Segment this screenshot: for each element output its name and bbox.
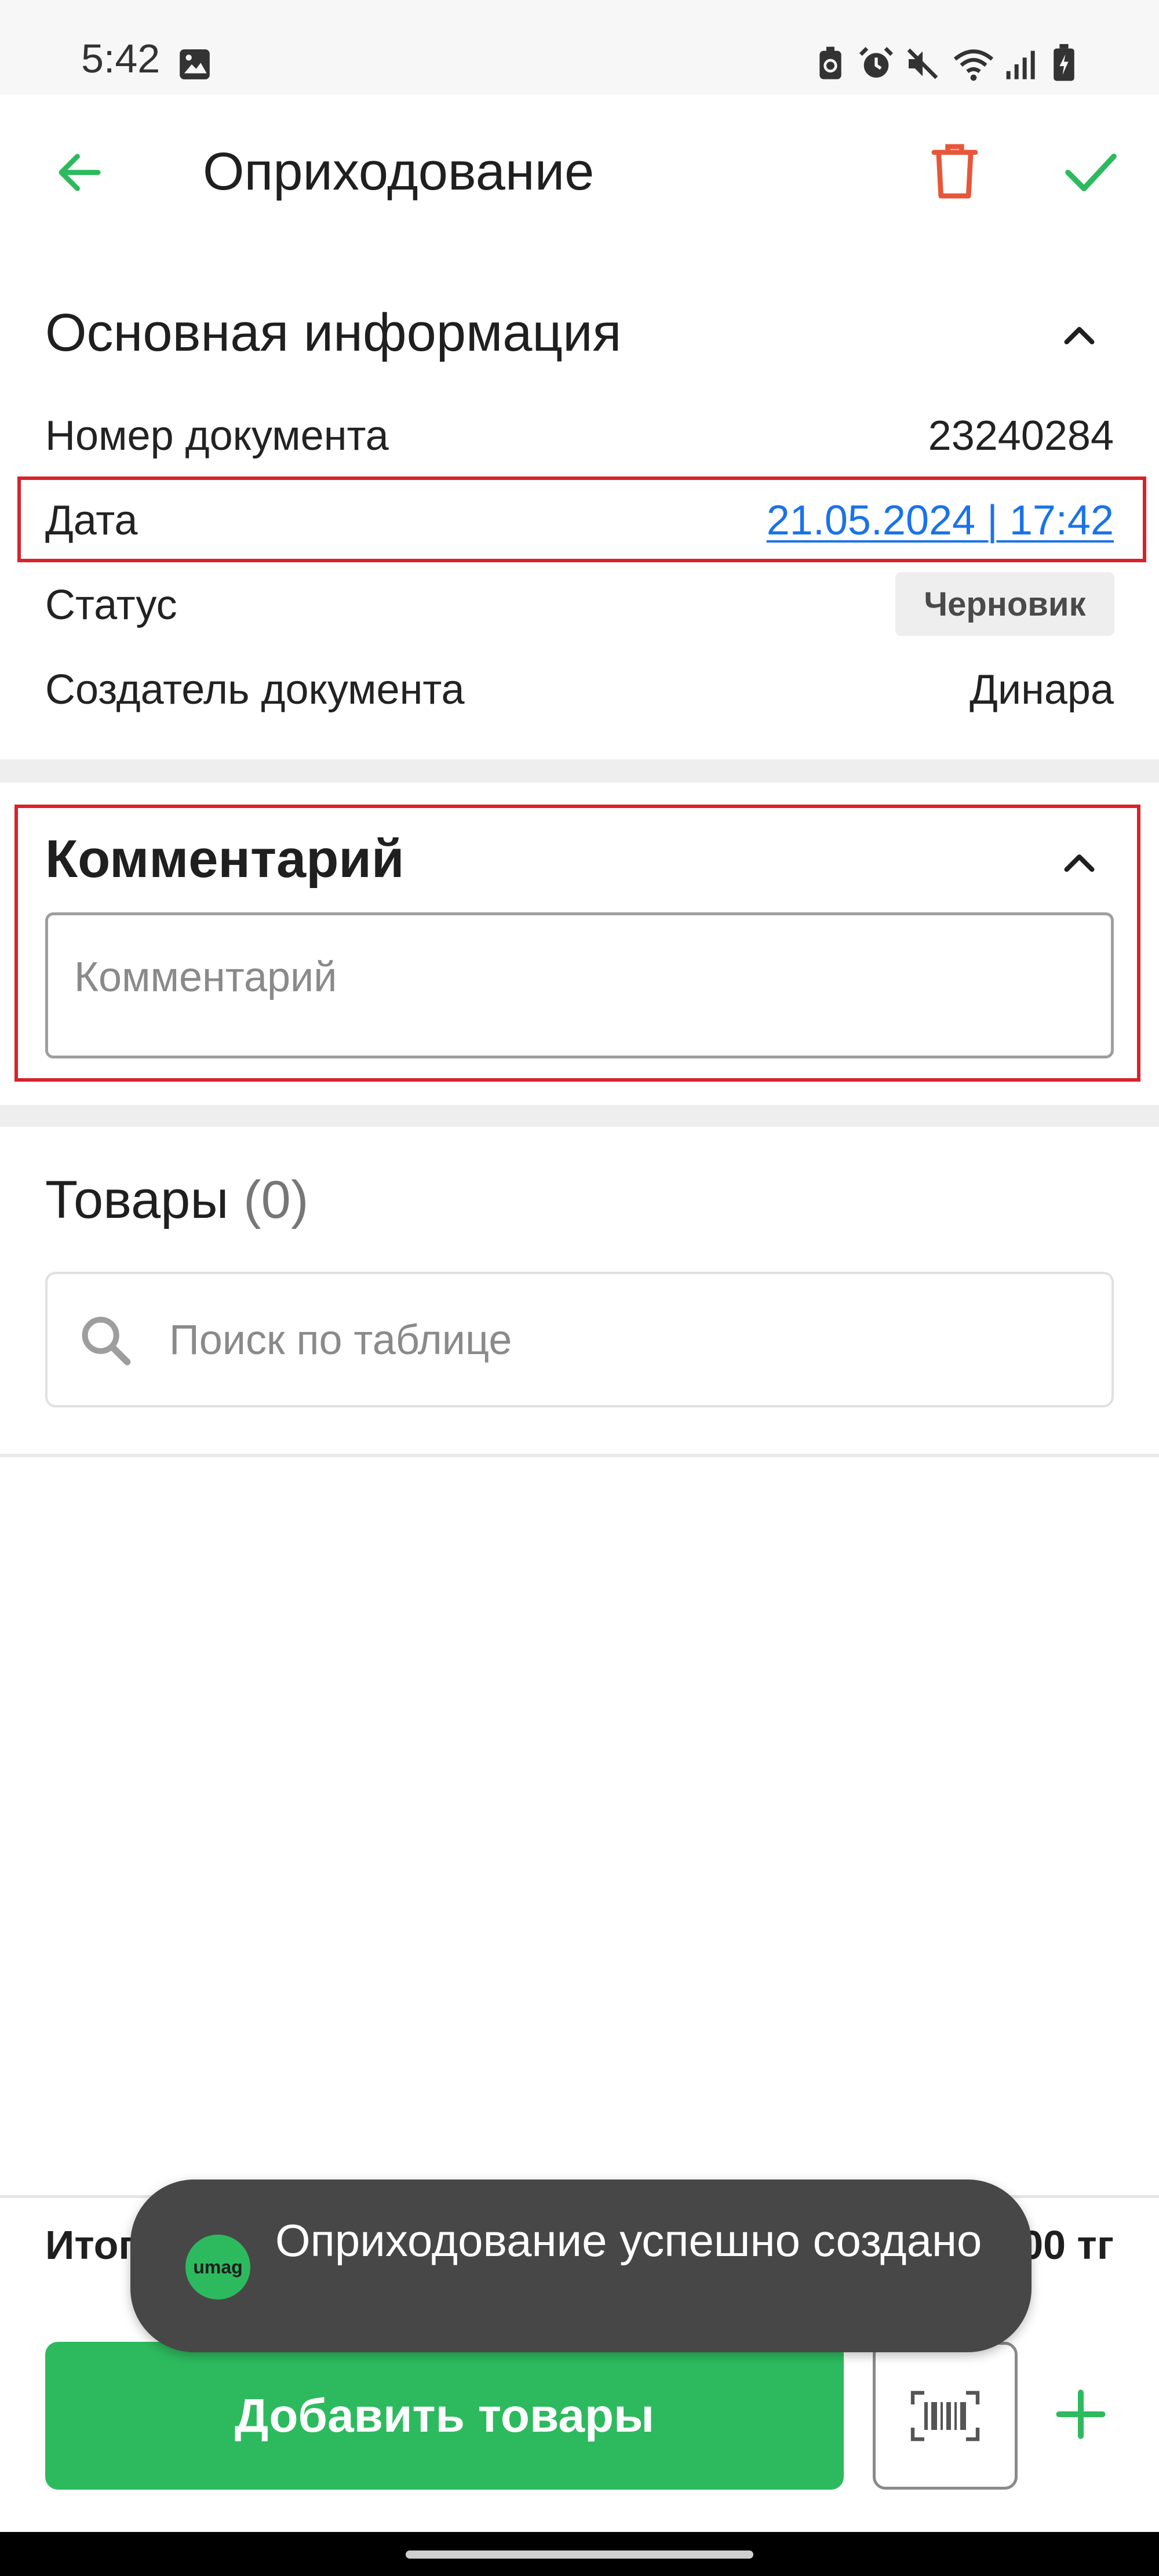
products-divider <box>0 1454 1159 1457</box>
products-heading: Товары (0) <box>45 1173 309 1227</box>
creator-value: Динара <box>970 667 1114 713</box>
trash-icon[interactable] <box>927 140 982 201</box>
battery-saver-icon <box>819 46 841 79</box>
alarm-icon <box>859 46 894 78</box>
search-icon <box>82 1316 131 1366</box>
home-gesture-handle[interactable] <box>406 2550 753 2559</box>
basic-info-heading: Основная информация <box>45 303 622 362</box>
status-badge: Черновик <box>895 572 1114 636</box>
date-label: Дата <box>45 497 138 544</box>
doc-number-label: Номер документа <box>45 413 389 459</box>
toast-message: Оприходование успешно создано <box>275 2215 982 2266</box>
barcode-icon <box>910 2391 980 2441</box>
date-link[interactable]: 21.05.2024 | 17:42 <box>767 500 1114 541</box>
comment-placeholder: Комментарий <box>74 954 337 1000</box>
search-placeholder: Поиск по таблице <box>169 1317 512 1363</box>
section-divider <box>0 1105 1159 1127</box>
status-time: 5:42 <box>81 36 161 81</box>
umag-app-icon: umag <box>185 2235 250 2300</box>
gallery-icon <box>180 49 210 79</box>
wifi-icon <box>953 49 994 81</box>
chevron-up-icon[interactable] <box>1058 841 1101 884</box>
creator-label: Создатель документа <box>45 667 465 713</box>
plus-icon[interactable] <box>1052 2385 1110 2443</box>
mute-icon <box>907 48 938 79</box>
section-divider <box>0 759 1159 783</box>
status-label: Статус <box>45 582 177 628</box>
arrow-left-icon[interactable] <box>52 145 107 200</box>
battery-charging-icon <box>1054 44 1074 81</box>
page-title: Оприходование <box>203 142 595 201</box>
products-count: (0) <box>243 1170 309 1229</box>
app-badge-text: umag <box>193 2256 243 2277</box>
doc-number-value: 23240284 <box>928 413 1114 459</box>
products-title: Товары <box>45 1170 229 1229</box>
signal-icon <box>1006 50 1035 79</box>
add-products-button[interactable]: Добавить товары <box>45 2342 844 2490</box>
comment-heading: Комментарий <box>45 829 404 889</box>
chevron-up-icon[interactable] <box>1058 313 1101 356</box>
barcode-scan-button[interactable] <box>873 2342 1018 2490</box>
check-icon[interactable] <box>1060 145 1121 200</box>
